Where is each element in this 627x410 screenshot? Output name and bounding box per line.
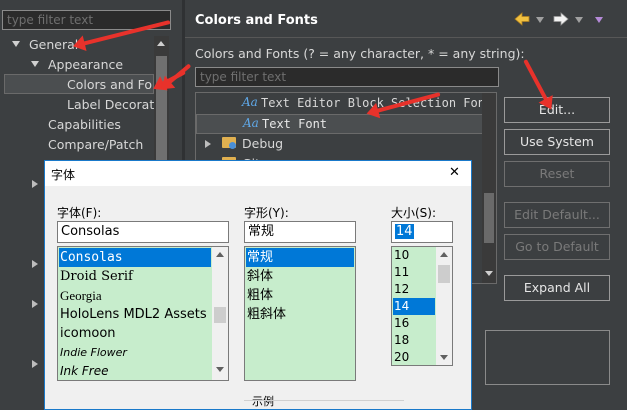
tree-item-debug[interactable]: Debug (242, 136, 283, 151)
forward-menu-icon[interactable] (575, 17, 583, 23)
edit-button[interactable]: Edit... (504, 97, 610, 123)
scroll-down-icon[interactable] (485, 271, 493, 276)
tree-item-compare-patch[interactable]: Compare/Patch (48, 137, 143, 152)
font-style-input[interactable]: 常规 (244, 221, 356, 243)
font-family-list[interactable]: Consolas Droid Serif Georgia HoloLens MD… (57, 246, 229, 381)
reset-button: Reset (504, 161, 610, 187)
scroll-down-icon[interactable] (216, 367, 224, 372)
list-item[interactable]: HoloLens MDL2 Assets (59, 305, 211, 324)
list-item[interactable]: 12 (393, 281, 435, 298)
tree-item-colors-and-fonts-label: Colors and Fonts (67, 77, 153, 92)
font-size-value: 14 (395, 224, 414, 239)
font-dialog: 字体 ✕ 字体(F): 字形(Y): 大小(S): Consolas 常规 14… (44, 160, 472, 410)
list-item[interactable]: 20 (393, 349, 435, 365)
collapsed-node-icon[interactable] (32, 260, 38, 268)
font-family-input[interactable]: Consolas (57, 221, 229, 243)
font-family-label: 字体(F): (57, 206, 102, 220)
list-item[interactable]: 18 (393, 332, 435, 349)
font-style-list[interactable]: 常规 斜体 粗体 粗斜体 (244, 246, 356, 381)
list-item[interactable]: 14 (393, 298, 435, 315)
scrollbar-thumb[interactable] (214, 307, 226, 323)
font-tree-scrollbar[interactable] (482, 93, 496, 283)
font-size-label: 大小(S): (391, 206, 437, 220)
collapsed-node-icon[interactable] (32, 360, 38, 368)
font-icon: Aa (242, 95, 258, 109)
list-item[interactable]: 粗体 (246, 286, 354, 305)
scroll-down-icon[interactable] (440, 355, 448, 360)
font-size-input[interactable]: 14 (391, 221, 453, 243)
tree-item-capabilities[interactable]: Capabilities (48, 117, 121, 132)
scroll-up-icon[interactable] (216, 252, 224, 257)
view-menu-icon[interactable] (595, 17, 603, 23)
font-style-label: 字形(Y): (244, 206, 289, 220)
list-item[interactable]: Indie Flower (59, 343, 211, 362)
size-list-scrollbar[interactable] (436, 247, 452, 365)
list-item[interactable]: 11 (393, 264, 435, 281)
right-filter-input[interactable]: type filter text (195, 67, 499, 87)
back-arrow-icon[interactable] (514, 11, 530, 26)
dialog-title: 字体 (51, 168, 76, 182)
expand-all-button[interactable]: Expand All (504, 275, 610, 301)
sample-group-border (244, 400, 404, 401)
description-label: Colors and Fonts (? = any character, * =… (195, 46, 525, 61)
list-item[interactable]: 16 (393, 315, 435, 332)
list-item[interactable]: icomoon (59, 324, 211, 343)
tree-item-text-font: Text Font (262, 117, 328, 131)
close-icon[interactable]: ✕ (449, 165, 460, 180)
expand-debug-icon[interactable] (205, 140, 211, 148)
tree-item-text-font-row[interactable]: Aa Text Font (196, 114, 484, 134)
list-item[interactable]: Consolas (59, 248, 211, 267)
list-item[interactable]: Droid Serif (59, 267, 211, 286)
use-system-font-button[interactable]: Use System Font (504, 129, 610, 173)
edit-default-button: Edit Default... (504, 202, 610, 228)
scrollbar-thumb[interactable] (438, 265, 450, 283)
go-to-default-button: Go to Default (504, 234, 610, 260)
bug-icon (229, 142, 236, 149)
tree-item-colors-and-fonts[interactable]: Colors and Fonts (4, 74, 154, 94)
font-list-scrollbar[interactable] (212, 247, 228, 380)
expand-appearance-icon[interactable] (31, 61, 39, 67)
tree-item-label-decorations[interactable]: Label Decorations (67, 97, 154, 112)
back-menu-icon[interactable] (536, 17, 544, 23)
expand-general-icon[interactable] (12, 41, 20, 47)
list-item[interactable]: 斜体 (246, 267, 354, 286)
list-item[interactable]: Ink Free (59, 362, 211, 380)
dialog-titlebar[interactable]: 字体 ✕ (45, 161, 471, 186)
sample-label: 示例 (252, 395, 274, 408)
scrollbar-thumb[interactable] (484, 193, 494, 243)
page-title: Colors and Fonts (195, 13, 318, 28)
font-icon: Aa (243, 116, 259, 130)
list-item[interactable]: 10 (393, 247, 435, 264)
preview-box (485, 330, 610, 385)
list-item[interactable]: Georgia (59, 286, 211, 305)
list-item[interactable]: 粗斜体 (246, 305, 354, 324)
scroll-up-icon[interactable] (157, 41, 165, 46)
forward-arrow-icon[interactable] (553, 11, 569, 26)
scrollbar-thumb[interactable] (156, 56, 167, 176)
collapsed-node-icon[interactable] (32, 180, 38, 188)
list-item[interactable]: 常规 (246, 248, 354, 267)
scroll-up-icon[interactable] (440, 252, 448, 257)
tree-item-appearance[interactable]: Appearance (48, 57, 123, 72)
collapsed-node-icon[interactable] (32, 300, 38, 308)
font-size-list[interactable]: 10 11 12 14 16 18 20 (391, 246, 453, 366)
